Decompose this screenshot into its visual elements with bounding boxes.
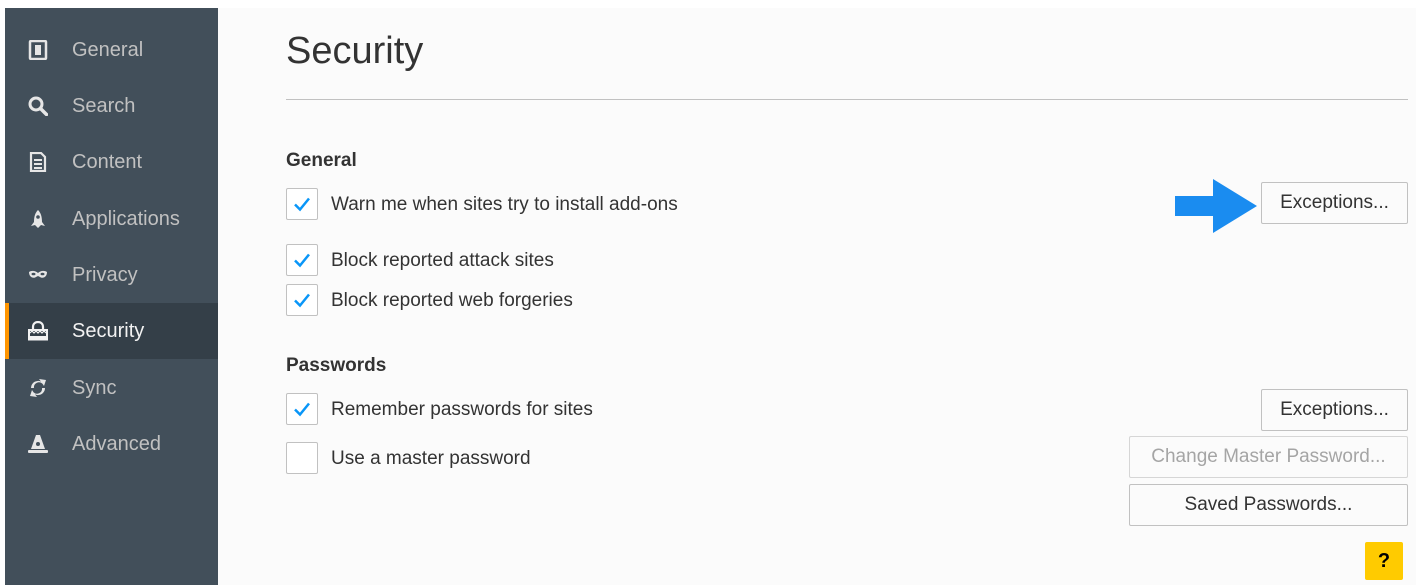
checkmark-icon [294, 402, 310, 417]
sidebar-item-search[interactable]: Search [5, 78, 218, 134]
title-divider [286, 99, 1408, 100]
sidebar-item-applications[interactable]: Applications [5, 191, 218, 247]
sync-icon [27, 377, 49, 399]
warn-addons-label[interactable]: Warn me when sites try to install add-on… [331, 194, 678, 216]
sidebar-item-advanced[interactable]: Advanced [5, 416, 218, 472]
section-heading-passwords: Passwords [286, 355, 387, 376]
sidebar-item-security[interactable]: Security [5, 303, 218, 359]
warn-addons-checkbox[interactable] [286, 188, 318, 220]
sidebar-item-sync[interactable]: Sync [5, 360, 218, 416]
remember-passwords-label[interactable]: Remember passwords for sites [331, 399, 593, 421]
sidebar-item-general[interactable]: General [5, 22, 218, 78]
help-button[interactable]: ? [1365, 542, 1403, 580]
block-forgeries-checkbox[interactable] [286, 284, 318, 316]
sidebar-item-privacy[interactable]: Privacy [5, 247, 218, 303]
addons-exceptions-button[interactable]: Exceptions... [1261, 182, 1408, 224]
sidebar-item-label: Search [72, 94, 136, 117]
security-lock-icon [27, 320, 49, 342]
block-attack-label[interactable]: Block reported attack sites [331, 250, 554, 272]
privacy-mask-icon [27, 264, 49, 286]
sidebar-item-label: General [72, 38, 144, 61]
sidebar-item-label: Privacy [72, 263, 138, 286]
sidebar: General Search Content Applications Priv [5, 8, 218, 585]
checkmark-icon [294, 197, 310, 212]
sidebar-item-label: Advanced [72, 432, 161, 455]
general-icon [27, 39, 49, 61]
remember-passwords-checkbox[interactable] [286, 393, 318, 425]
applications-icon [27, 208, 49, 230]
preferences-window: General Search Content Applications Priv [5, 8, 1416, 585]
arrow-right-icon [1175, 179, 1257, 233]
passwords-exceptions-button[interactable]: Exceptions... [1261, 389, 1408, 431]
sidebar-item-label: Security [72, 319, 145, 342]
sidebar-item-content[interactable]: Content [5, 134, 218, 190]
page-title: Security [286, 30, 424, 72]
saved-passwords-button[interactable]: Saved Passwords... [1129, 484, 1408, 526]
content-icon [27, 151, 49, 173]
search-icon [27, 95, 49, 117]
sidebar-item-label: Sync [72, 376, 117, 399]
checkmark-icon [294, 253, 310, 268]
checkmark-icon [294, 293, 310, 308]
advanced-icon [27, 433, 49, 455]
block-attack-checkbox[interactable] [286, 244, 318, 276]
change-master-password-button[interactable]: Change Master Password... [1129, 436, 1408, 478]
sidebar-item-label: Content [72, 150, 143, 173]
section-heading-general: General [286, 150, 357, 171]
block-forgeries-label[interactable]: Block reported web forgeries [331, 290, 573, 312]
master-password-checkbox[interactable] [286, 442, 318, 474]
sidebar-item-label: Applications [72, 207, 180, 230]
master-password-label[interactable]: Use a master password [331, 448, 531, 470]
